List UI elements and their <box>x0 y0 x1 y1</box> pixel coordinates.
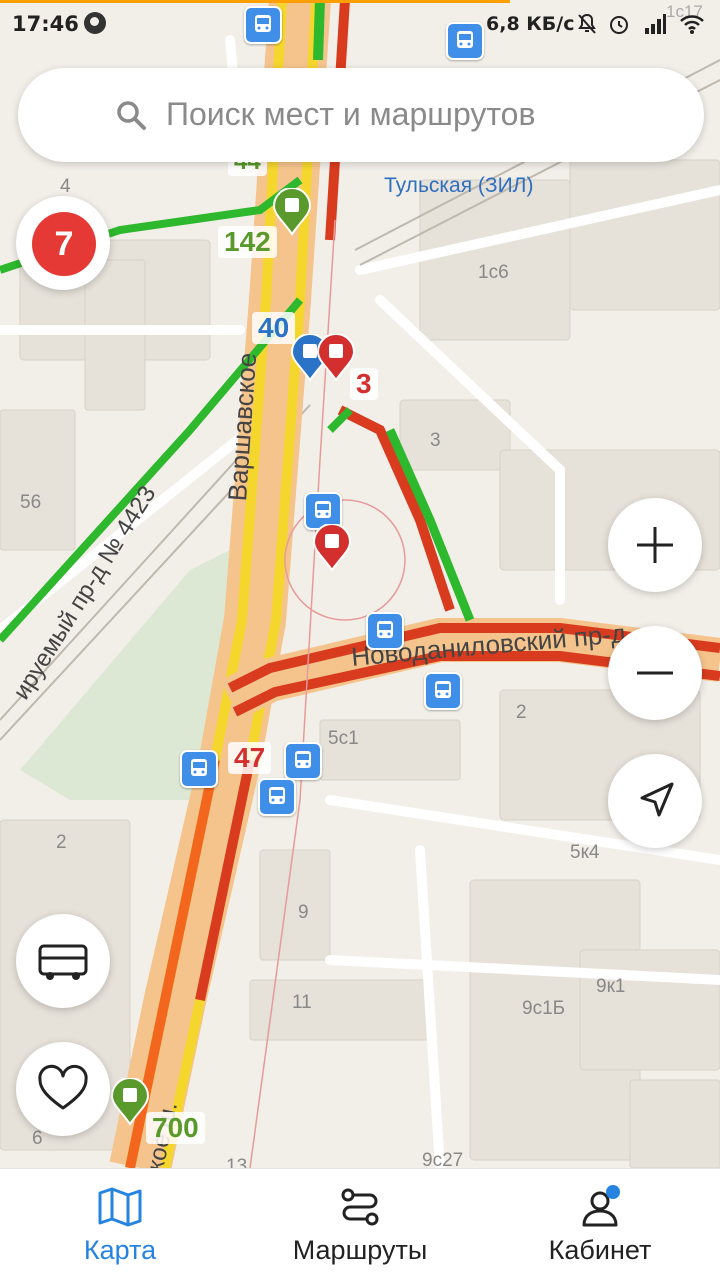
route-label[interactable]: 700 <box>146 1112 205 1144</box>
bus-stop-icon[interactable] <box>424 672 462 710</box>
heart-icon <box>38 1064 88 1110</box>
route-label[interactable]: 47 <box>228 742 272 774</box>
route-icon <box>341 1188 379 1226</box>
bus-stop-icon[interactable] <box>180 750 218 788</box>
tab-account[interactable]: Кабинет <box>480 1169 720 1281</box>
building-label: 11 <box>292 992 312 1013</box>
loading-progress-bar <box>0 0 510 3</box>
building-label: 13 <box>226 1156 248 1168</box>
bus-route-pin-icon[interactable] <box>272 188 312 236</box>
route-label[interactable]: 142 <box>218 226 277 258</box>
building-label: 4 <box>60 176 71 197</box>
building-label: 1с6 <box>478 262 509 283</box>
navigation-arrow-icon <box>640 782 674 817</box>
tram-route-pin-icon[interactable] <box>316 334 356 382</box>
search-icon <box>117 101 146 130</box>
station-label: Тульская (ЗИЛ) <box>384 174 534 197</box>
bus-icon <box>38 944 88 980</box>
zoom-out-button[interactable] <box>608 626 702 720</box>
bus-stop-icon[interactable] <box>284 742 322 780</box>
bus-route-pin-icon[interactable] <box>110 1078 150 1126</box>
bottom-navigation: Карта Маршруты Кабинет <box>0 1168 720 1281</box>
plus-icon <box>637 527 673 563</box>
search-bar[interactable]: Поиск мест и маршрутов <box>18 68 704 162</box>
building-label: 56 <box>20 492 42 513</box>
tab-map[interactable]: Карта <box>0 1169 240 1281</box>
status-net-speed: 6,8 КБ/с <box>486 13 575 35</box>
app-notification-icon <box>84 12 106 34</box>
map-icon <box>98 1187 142 1227</box>
locate-button[interactable] <box>608 754 702 848</box>
minus-icon <box>637 671 673 675</box>
tab-routes[interactable]: Маршруты <box>240 1169 480 1281</box>
tab-label: Маршруты <box>292 1235 428 1265</box>
route-label[interactable]: 40 <box>252 312 296 344</box>
building-label: 9с27 <box>422 1150 464 1168</box>
building-label: 9к1 <box>596 976 626 997</box>
favorites-button[interactable] <box>16 1042 110 1136</box>
traffic-level[interactable]: 7 <box>32 212 96 276</box>
building-label: 3 <box>430 430 441 451</box>
transport-button[interactable] <box>16 914 110 1008</box>
building-label: 9с1Б <box>522 998 566 1019</box>
alarm-icon <box>610 16 628 34</box>
building-label: 2 <box>56 832 67 853</box>
signal-icon <box>645 14 666 34</box>
user-icon <box>582 1185 620 1227</box>
bus-stop-icon[interactable] <box>366 612 404 650</box>
status-time: 17:46 <box>12 12 79 36</box>
tram-route-pin-icon[interactable] <box>312 524 352 572</box>
building-label: 5к4 <box>570 842 600 863</box>
bus-stop-icon[interactable] <box>258 778 296 816</box>
tab-label: Карта <box>83 1235 157 1265</box>
building-label: 9 <box>298 902 309 923</box>
building-label: 2 <box>516 702 527 723</box>
mute-icon <box>578 13 596 34</box>
building-label: 5с1 <box>328 728 359 749</box>
wifi-icon <box>680 15 704 34</box>
tab-label: Кабинет <box>548 1235 652 1265</box>
zoom-in-button[interactable] <box>608 498 702 592</box>
status-bar: 17:46 6,8 КБ/с <box>0 0 720 52</box>
search-placeholder: Поиск мест и маршрутов <box>166 96 536 132</box>
